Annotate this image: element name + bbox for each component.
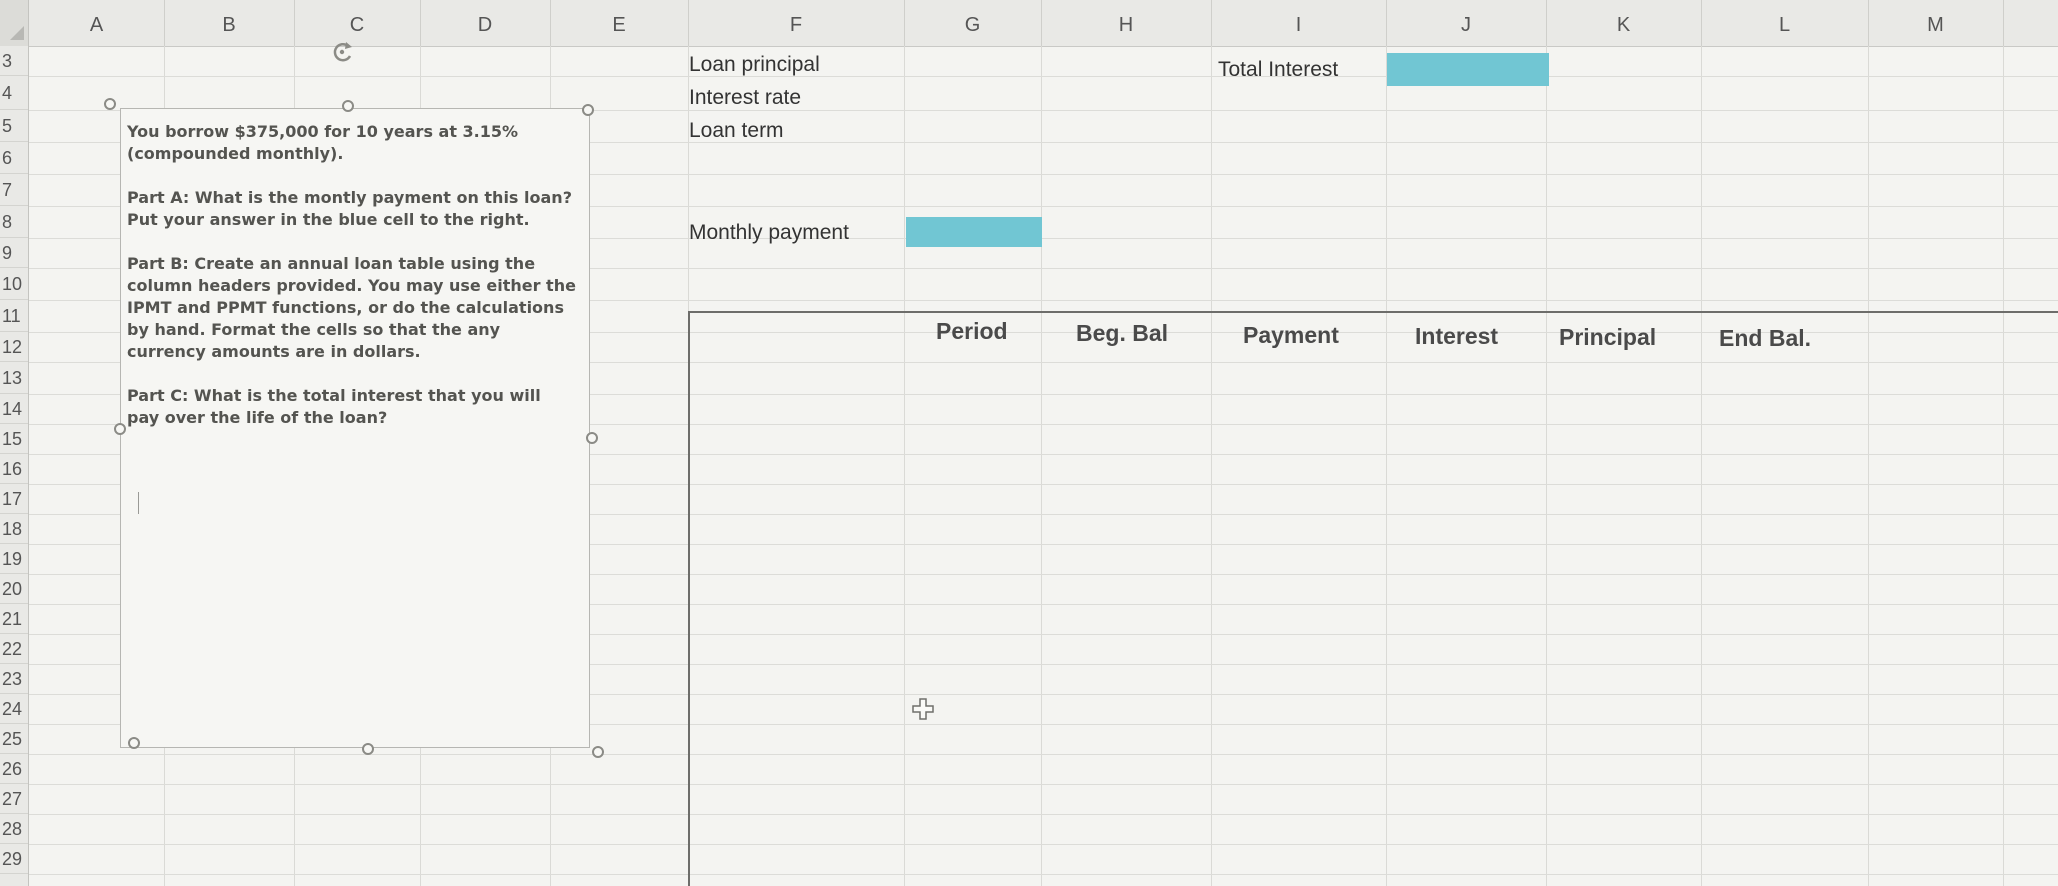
row-header-bar: 3 4 5 6 7 8 9 10 11 12 13 14 15 16 17 18…	[0, 46, 29, 886]
resize-handle-bottom-middle[interactable]	[362, 743, 374, 755]
row-header-23[interactable]: 23	[0, 664, 28, 694]
header-beg-bal[interactable]: Beg. Bal	[1076, 320, 1168, 347]
column-header-k[interactable]: K	[1546, 0, 1702, 46]
header-principal[interactable]: Principal	[1559, 324, 1656, 351]
row-header-20[interactable]: 20	[0, 574, 28, 604]
column-header-l[interactable]: L	[1701, 0, 1869, 46]
instructions-part-c: Part C: What is the total interest that …	[127, 386, 541, 427]
resize-handle-bottom-left[interactable]	[128, 737, 140, 749]
row-header-9[interactable]: 9	[0, 238, 28, 268]
cell-loan-principal[interactable]: Loan principal	[689, 53, 820, 77]
instructions-intro: You borrow $375,000 for 10 years at 3.15…	[127, 122, 519, 163]
header-payment[interactable]: Payment	[1243, 322, 1339, 349]
column-header-d[interactable]: D	[420, 0, 551, 46]
row-header-17[interactable]: 17	[0, 484, 28, 514]
row-header-11[interactable]: 11	[0, 300, 28, 332]
resize-handle-bottom-right[interactable]	[592, 746, 604, 758]
row-header-19[interactable]: 19	[0, 544, 28, 574]
monthly-payment-answer-cell[interactable]	[906, 217, 1042, 247]
text-caret	[138, 492, 139, 514]
header-period[interactable]: Period	[936, 318, 1008, 345]
column-header-j[interactable]: J	[1386, 0, 1547, 46]
resize-handle-top-left[interactable]	[104, 98, 116, 110]
table-top-border	[688, 311, 2058, 313]
row-header-13[interactable]: 13	[0, 362, 28, 394]
row-header-25[interactable]: 25	[0, 724, 28, 754]
row-header-12[interactable]: 12	[0, 332, 28, 362]
row-header-8[interactable]: 8	[0, 206, 28, 238]
resize-handle-top-middle[interactable]	[342, 100, 354, 112]
table-left-border	[688, 311, 690, 886]
row-header-7[interactable]: 7	[0, 174, 28, 206]
row-header-28[interactable]: 28	[0, 814, 28, 844]
column-header-m[interactable]: M	[1868, 0, 2004, 46]
resize-handle-middle-left[interactable]	[114, 423, 126, 435]
total-interest-answer-cell[interactable]	[1387, 53, 1549, 86]
cell-loan-term[interactable]: Loan term	[689, 119, 784, 143]
rotate-handle-icon[interactable]	[328, 40, 358, 64]
instructions-text-box[interactable]: You borrow $375,000 for 10 years at 3.15…	[120, 108, 590, 748]
row-header-26[interactable]: 26	[0, 754, 28, 784]
row-header-18[interactable]: 18	[0, 514, 28, 544]
cell-total-interest[interactable]: Total Interest	[1218, 58, 1338, 82]
row-header-27[interactable]: 27	[0, 784, 28, 814]
row-header-22[interactable]: 22	[0, 634, 28, 664]
cell-interest-rate[interactable]: Interest rate	[689, 86, 801, 110]
row-header-14[interactable]: 14	[0, 394, 28, 424]
column-header-h[interactable]: H	[1041, 0, 1212, 46]
instructions-part-b: Part B: Create an annual loan table usin…	[127, 254, 576, 361]
row-header-4[interactable]: 4	[0, 76, 28, 110]
column-header-bar: A B C D E F G H I J K L M	[0, 0, 2058, 47]
instructions-part-a: Part A: What is the montly payment on th…	[127, 188, 572, 229]
header-end-bal[interactable]: End Bal.	[1719, 325, 1811, 352]
column-header-a[interactable]: A	[29, 0, 165, 46]
row-header-6[interactable]: 6	[0, 142, 28, 174]
row-header-15[interactable]: 15	[0, 424, 28, 454]
header-interest[interactable]: Interest	[1415, 323, 1498, 350]
cell-monthly-payment[interactable]: Monthly payment	[689, 221, 849, 245]
select-all-corner[interactable]	[0, 0, 29, 46]
row-header-29[interactable]: 29	[0, 844, 28, 874]
column-header-f[interactable]: F	[688, 0, 905, 46]
column-header-i[interactable]: I	[1211, 0, 1387, 46]
row-header-10[interactable]: 10	[0, 268, 28, 300]
column-header-b[interactable]: B	[164, 0, 295, 46]
row-header-3[interactable]: 3	[0, 46, 28, 76]
cell-cursor-icon	[912, 698, 934, 720]
column-header-e[interactable]: E	[550, 0, 689, 46]
resize-handle-top-right[interactable]	[582, 104, 594, 116]
row-header-5[interactable]: 5	[0, 110, 28, 142]
row-header-16[interactable]: 16	[0, 454, 28, 484]
spreadsheet-window: A B C D E F G H I J K L M 3 4 5 6 7 8 9 …	[0, 0, 2058, 886]
column-header-g[interactable]: G	[904, 0, 1042, 46]
row-header-24[interactable]: 24	[0, 694, 28, 724]
resize-handle-middle-right[interactable]	[586, 432, 598, 444]
row-header-21[interactable]: 21	[0, 604, 28, 634]
